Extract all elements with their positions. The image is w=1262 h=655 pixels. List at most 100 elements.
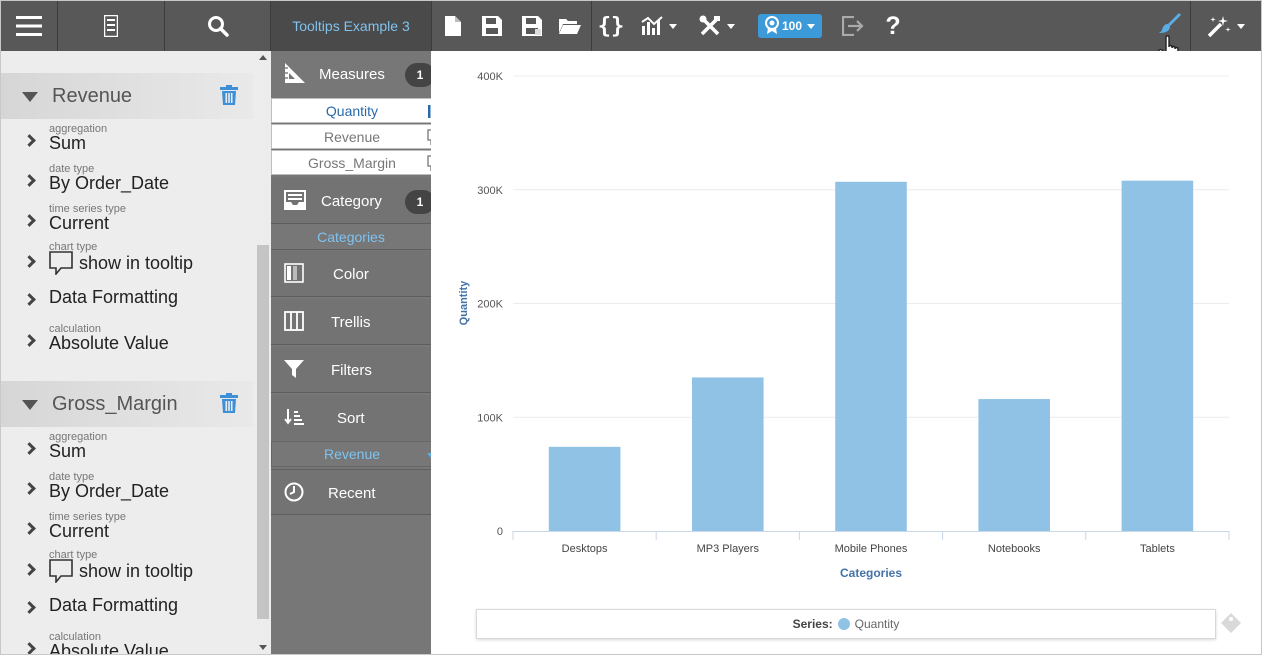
time-series-type-property[interactable]: time series type Current (1, 201, 253, 241)
prop-value-wrap: show in tooltip (49, 559, 193, 583)
recent-header[interactable]: Recent (271, 469, 431, 515)
y-tick-label: 400K (477, 71, 503, 83)
prop-value: Sum (49, 133, 87, 153)
sort-item-label: Revenue (323, 446, 381, 462)
chart-type-property[interactable]: chart type show in tooltip (1, 239, 253, 283)
prop-value: Current (49, 521, 110, 541)
new-button[interactable] (439, 1, 467, 51)
bar-notebooks[interactable] (978, 399, 1050, 531)
braces-icon: {} (597, 13, 625, 39)
code-button[interactable]: {} (596, 1, 626, 51)
fields-panel: Measures 1 Quantity Revenue Gross_Margin (271, 51, 447, 654)
filters-header[interactable]: Filters (271, 347, 431, 393)
section-header-revenue[interactable]: Revenue (1, 73, 253, 119)
bar-chart: 0 100K 200K 300K 400K Desktops MP3 Players Mobi… (458, 71, 1230, 580)
y-tick-label: 200K (477, 299, 503, 311)
clock-icon (284, 482, 304, 507)
search-button[interactable] (165, 1, 271, 51)
chevron-right-icon (23, 482, 36, 495)
tools-dropdown[interactable] (694, 1, 740, 51)
trash-icon[interactable] (220, 393, 238, 418)
measure-item-label: Gross_Margin (308, 155, 396, 171)
time-series-type-property[interactable]: time series type Current (1, 509, 253, 549)
color-header[interactable]: Color (271, 251, 431, 297)
category-header[interactable]: Category 1 (271, 178, 435, 224)
trellis-columns-icon (284, 311, 304, 336)
dashboard-button[interactable] (58, 1, 164, 51)
legend-swatch[interactable] (837, 618, 850, 630)
calculation-property[interactable]: calculation Absolute Value (1, 629, 253, 654)
scroll-down-arrow-icon[interactable] (259, 645, 267, 650)
chevron-right-icon (23, 442, 36, 455)
bar-desktops[interactable] (548, 446, 621, 531)
prop-value: Data Formatting (49, 595, 179, 615)
chart-area: 0 100K 200K 300K 400K Desktops MP3 Players Mobi… (431, 51, 1261, 654)
category-item-categories[interactable]: Categories (271, 224, 431, 250)
inbox-icon (284, 190, 306, 215)
x-axis-title: Categories (840, 566, 902, 580)
bar-mp3-players[interactable] (692, 377, 764, 531)
award-icon (764, 15, 779, 37)
prop-value: By Order_Date (49, 173, 170, 193)
tooltip-icon (49, 251, 73, 275)
calculation-property[interactable]: calculation Absolute Value (1, 321, 253, 361)
filter-funnel-icon (284, 359, 304, 384)
scroll-up-arrow-icon[interactable] (259, 55, 267, 60)
measure-properties-panel: Revenue aggregation Sum date type By Ord… (1, 51, 271, 654)
date-type-property[interactable]: date type By Order_Date (1, 469, 253, 509)
legend-item-quantity[interactable]: Quantity (855, 617, 900, 631)
aggregation-property[interactable]: aggregation Sum (1, 429, 253, 469)
menu-button[interactable] (1, 1, 57, 51)
help-button[interactable]: ? (879, 1, 907, 51)
tab-title-label: Tooltips Example 3 (292, 18, 410, 34)
main-toolbar: Tooltips Example 3 {} 100 ? (1, 1, 1261, 64)
tools-icon (699, 15, 721, 37)
new-file-icon (445, 16, 461, 36)
x-tick-label: Mobile Phones (835, 543, 908, 555)
trellis-header[interactable]: Trellis (271, 299, 431, 345)
y-axis-title: Quantity (458, 280, 470, 325)
section-header-gross-margin[interactable]: Gross_Margin (1, 381, 253, 427)
help-icon: ? (885, 11, 901, 40)
data-formatting-property[interactable]: Data Formatting (1, 591, 253, 625)
license-badge-button[interactable]: 100 (757, 1, 823, 51)
chevron-right-icon (23, 174, 36, 187)
color-palette-icon (284, 263, 304, 288)
bar-mobile-phones[interactable] (835, 181, 907, 531)
x-tick-label: Notebooks (988, 543, 1041, 555)
chevron-right-icon (23, 214, 36, 227)
data-formatting-property[interactable]: Data Formatting (1, 283, 253, 317)
y-tick-label: 300K (477, 185, 503, 197)
aggregation-property[interactable]: aggregation Sum (1, 121, 253, 161)
badge-value: 100 (781, 19, 803, 33)
section-title: Revenue (52, 85, 133, 107)
collapse-triangle-icon (22, 92, 38, 102)
prop-value: Absolute Value (49, 333, 169, 353)
magic-wand-icon (1207, 15, 1231, 37)
scrollbar-thumb[interactable] (257, 245, 269, 619)
measure-item-revenue[interactable]: Revenue (271, 124, 447, 149)
sort-item-revenue[interactable]: Revenue (271, 441, 447, 467)
bar-tablets[interactable] (1121, 180, 1194, 531)
measures-label: Measures (319, 66, 385, 83)
tooltip-icon (49, 559, 73, 583)
chart-type-dropdown[interactable] (636, 1, 682, 51)
save-as-button[interactable] (518, 1, 546, 51)
save-button[interactable] (478, 1, 506, 51)
open-button[interactable] (556, 1, 584, 51)
trash-icon[interactable] (220, 85, 238, 110)
x-tick-label: Tablets (1140, 543, 1175, 555)
measure-item-quantity[interactable]: Quantity (271, 98, 447, 123)
measure-item-label: Revenue (323, 129, 381, 145)
filters-label: Filters (331, 362, 372, 379)
magic-wand-dropdown[interactable] (1198, 1, 1254, 51)
save-as-icon (522, 16, 542, 36)
exit-button[interactable] (839, 1, 867, 51)
sort-header[interactable]: Sort (271, 395, 431, 441)
tab-tooltips-example[interactable]: Tooltips Example 3 (271, 1, 431, 51)
vertical-scrollbar[interactable] (257, 51, 269, 654)
measures-header[interactable]: Measures 1 (271, 51, 435, 97)
date-type-property[interactable]: date type By Order_Date (1, 161, 253, 201)
chart-type-property[interactable]: chart type show in tooltip (1, 547, 253, 591)
measure-item-gross-margin[interactable]: Gross_Margin (271, 150, 447, 175)
